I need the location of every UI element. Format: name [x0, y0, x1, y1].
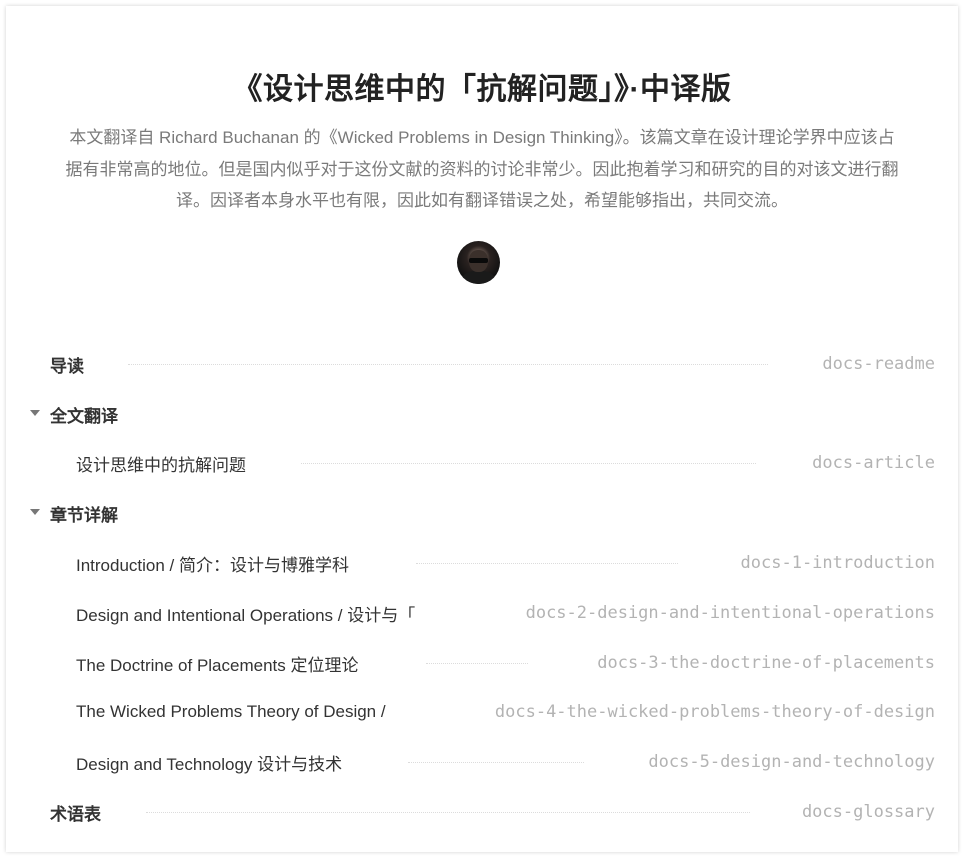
toc-item-slug: docs-article [812, 453, 935, 473]
toc-item-ch1[interactable]: Introduction / 简介：设计与博雅学科 docs-1-introdu… [76, 550, 935, 576]
toc-item-label: 术语表 [50, 804, 101, 824]
toc-leader-dots [408, 762, 584, 763]
page-title: 《设计思维中的「抗解问题」》·中译版 [232, 73, 732, 106]
toc-item-readme[interactable]: 导读 docs-readme [50, 351, 935, 377]
toc-item-ch2[interactable]: Design and Intentional Operations / 设计与「… [76, 600, 935, 626]
caret-down-icon[interactable] [30, 410, 40, 416]
toc-item-article[interactable]: 设计思维中的抗解问题 docs-article [76, 450, 935, 476]
toc-item-glossary[interactable]: 术语表 docs-glossary [50, 799, 935, 825]
toc-item-label: The Doctrine of Placements 定位理论 [76, 655, 359, 675]
description-line: 本文翻译自 Richard Buchanan 的《Wicked Problems… [69, 128, 895, 147]
toc-item-ch3[interactable]: The Doctrine of Placements 定位理论 docs-3-t… [76, 650, 935, 676]
toc-leader-dots [416, 563, 678, 564]
toc-item-label: Design and Intentional Operations / 设计与「 [76, 605, 416, 625]
toc-section-full-translation[interactable]: 全文翻译 [30, 401, 935, 427]
description-line: 译。因译者本身水平也有限，因此如有翻译错误之处，希望能够指出，共同交流。 [176, 191, 788, 210]
toc-leader-dots [128, 364, 768, 365]
toc-item-ch4[interactable]: The Wicked Problems Theory of Design / d… [76, 699, 935, 725]
toc-item-label: 导读 [50, 356, 84, 376]
page-description: 本文翻译自 Richard Buchanan 的《Wicked Problems… [26, 122, 938, 217]
caret-down-icon[interactable] [30, 509, 40, 515]
description-line: 据有非常高的地位。但是国内似乎对于这份文献的资料的讨论非常少。因此抱着学习和研究… [65, 159, 899, 179]
toc-item-label: Design and Technology 设计与技术 [76, 754, 343, 774]
author-avatar[interactable] [457, 241, 500, 284]
toc-item-slug: docs-3-the-doctrine-of-placements [597, 653, 935, 673]
toc-item-slug: docs-2-design-and-intentional-operations [525, 603, 935, 623]
toc-section-chapters[interactable]: 章节详解 [30, 500, 935, 526]
toc-leader-dots [301, 463, 756, 464]
toc-item-label: The Wicked Problems Theory of Design / [76, 702, 386, 721]
toc-item-ch5[interactable]: Design and Technology 设计与技术 docs-5-desig… [76, 749, 935, 775]
toc-item-slug: docs-glossary [801, 802, 935, 822]
toc-item-slug: docs-5-design-and-technology [648, 752, 935, 772]
toc-section-label: 章节详解 [50, 505, 118, 525]
docs-homepage: 《设计思维中的「抗解问题」》·中译版 本文翻译自 Richard Buchana… [6, 6, 958, 852]
toc-leader-dots [426, 663, 528, 664]
toc-item-label: 设计思维中的抗解问题 [76, 455, 246, 475]
toc-section-label: 全文翻译 [50, 406, 118, 426]
toc-item-slug: docs-4-the-wicked-problems-theory-of-des… [494, 702, 935, 722]
toc-item-label: Introduction / 简介：设计与博雅学科 [76, 555, 350, 575]
toc-leader-dots [146, 812, 750, 813]
toc-item-slug: docs-readme [822, 354, 935, 374]
toc-item-slug: docs-1-introduction [740, 553, 935, 573]
